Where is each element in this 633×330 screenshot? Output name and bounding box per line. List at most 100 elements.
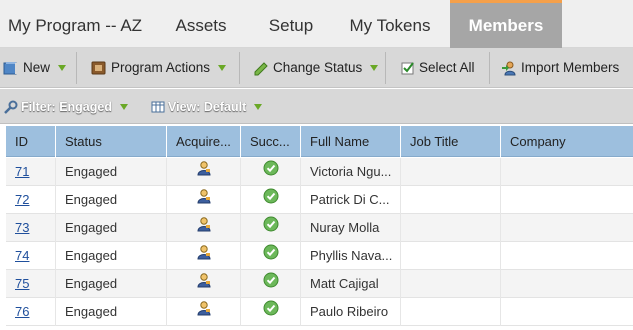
company-cell — [501, 214, 633, 242]
member-id-link[interactable]: 72 — [15, 192, 29, 207]
person-acquired-icon — [196, 186, 212, 214]
filter-wrench-icon — [4, 100, 18, 114]
table-row[interactable]: 75 Engaged Matt Cajigal — [6, 270, 633, 298]
column-header-job-title[interactable]: Job Title — [401, 126, 501, 157]
member-id-link[interactable]: 74 — [15, 248, 29, 263]
full-name-cell: Phyllis Nava... — [301, 242, 401, 270]
tab-my-tokens[interactable]: My Tokens — [330, 0, 450, 48]
toolbar-divider — [239, 52, 240, 84]
tab-members[interactable]: Members — [450, 0, 562, 48]
toolbar-divider — [385, 52, 386, 84]
member-id-link[interactable]: 75 — [15, 276, 29, 291]
view-dropdown[interactable]: View: Default — [151, 98, 263, 116]
table-row[interactable]: 72 Engaged Patrick Di C... — [6, 186, 633, 214]
success-cell — [241, 158, 301, 186]
job-title-cell — [401, 186, 501, 214]
grid-header: ID Status Acquire... Succ... Full Name J… — [6, 126, 633, 157]
member-id-link[interactable]: 76 — [15, 304, 29, 319]
tab-bar: My Program -- AZ Assets Setup My Tokens … — [0, 0, 633, 48]
member-id-cell: 71 — [6, 158, 56, 186]
person-acquired-icon — [196, 270, 212, 298]
column-header-status[interactable]: Status — [56, 126, 167, 157]
company-cell — [501, 242, 633, 270]
job-title-cell — [401, 158, 501, 186]
person-acquired-icon — [196, 158, 212, 186]
check-success-icon — [263, 214, 279, 242]
tab-assets[interactable]: Assets — [150, 0, 252, 48]
member-id-cell: 73 — [6, 214, 56, 242]
change-status-icon — [253, 60, 269, 76]
job-title-cell — [401, 298, 501, 326]
toolbar-divider — [489, 52, 490, 84]
filter-label: Filter: Engaged — [21, 100, 112, 114]
select-all-button[interactable]: Select All — [401, 56, 475, 80]
company-cell — [501, 186, 633, 214]
full-name-cell: Victoria Ngu... — [301, 158, 401, 186]
column-header-success[interactable]: Succ... — [241, 126, 301, 157]
tab-my-program[interactable]: My Program -- AZ — [0, 0, 150, 48]
company-cell — [501, 158, 633, 186]
column-header-acquired[interactable]: Acquire... — [167, 126, 241, 157]
success-cell — [241, 214, 301, 242]
status-cell: Engaged — [56, 298, 167, 326]
import-members-button[interactable]: Import Members — [501, 56, 619, 80]
acquired-by-cell — [167, 158, 241, 186]
table-row[interactable]: 71 Engaged Victoria Ngu... — [6, 158, 633, 186]
status-cell: Engaged — [56, 242, 167, 270]
check-success-icon — [263, 242, 279, 270]
member-id-cell: 72 — [6, 186, 56, 214]
success-cell — [241, 298, 301, 326]
person-acquired-icon — [196, 298, 212, 326]
acquired-by-cell — [167, 298, 241, 326]
program-actions-button[interactable]: Program Actions — [91, 56, 227, 80]
chevron-down-icon — [58, 65, 67, 71]
column-header-id[interactable]: ID — [6, 126, 56, 157]
full-name-cell: Patrick Di C... — [301, 186, 401, 214]
column-header-full-name[interactable]: Full Name — [301, 126, 401, 157]
change-status-label: Change Status — [273, 60, 363, 75]
acquired-by-cell — [167, 214, 241, 242]
member-id-cell: 76 — [6, 298, 56, 326]
acquired-by-cell — [167, 270, 241, 298]
person-acquired-icon — [196, 242, 212, 270]
new-button-label: New — [23, 60, 51, 75]
full-name-cell: Matt Cajigal — [301, 270, 401, 298]
chevron-down-icon — [218, 65, 227, 71]
member-id-cell: 75 — [6, 270, 56, 298]
filter-dropdown[interactable]: Filter: Engaged — [4, 98, 128, 116]
chevron-down-icon — [370, 65, 379, 71]
full-name-cell: Paulo Ribeiro — [301, 298, 401, 326]
checkbox-icon — [401, 60, 415, 76]
status-cell: Engaged — [56, 270, 167, 298]
tab-setup[interactable]: Setup — [252, 0, 330, 48]
status-cell: Engaged — [56, 214, 167, 242]
company-cell — [501, 298, 633, 326]
chevron-down-icon — [254, 104, 263, 110]
status-cell: Engaged — [56, 158, 167, 186]
member-id-link[interactable]: 71 — [15, 164, 29, 179]
import-members-label: Import Members — [521, 60, 620, 75]
status-cell: Engaged — [56, 186, 167, 214]
members-grid: ID Status Acquire... Succ... Full Name J… — [6, 126, 633, 330]
column-header-company[interactable]: Company — [501, 126, 633, 157]
table-row[interactable]: 73 Engaged Nuray Molla — [6, 214, 633, 242]
select-all-label: Select All — [419, 60, 475, 75]
full-name-cell: Nuray Molla — [301, 214, 401, 242]
table-row[interactable]: 74 Engaged Phyllis Nava... — [6, 242, 633, 270]
check-success-icon — [263, 158, 279, 186]
filter-bar: Filter: Engaged View: Default — [0, 89, 633, 124]
program-actions-icon — [91, 60, 107, 76]
job-title-cell — [401, 242, 501, 270]
check-success-icon — [263, 186, 279, 214]
view-grid-icon — [151, 100, 165, 114]
check-success-icon — [263, 298, 279, 326]
member-id-link[interactable]: 73 — [15, 220, 29, 235]
table-row[interactable]: 76 Engaged Paulo Ribeiro — [6, 298, 633, 326]
program-actions-label: Program Actions — [111, 60, 211, 75]
import-members-icon — [501, 60, 517, 76]
new-book-icon — [3, 60, 19, 76]
change-status-button[interactable]: Change Status — [253, 56, 379, 80]
success-cell — [241, 186, 301, 214]
new-button[interactable]: New — [3, 56, 67, 80]
toolbar: New Program Actions Change Status Select… — [0, 48, 633, 88]
